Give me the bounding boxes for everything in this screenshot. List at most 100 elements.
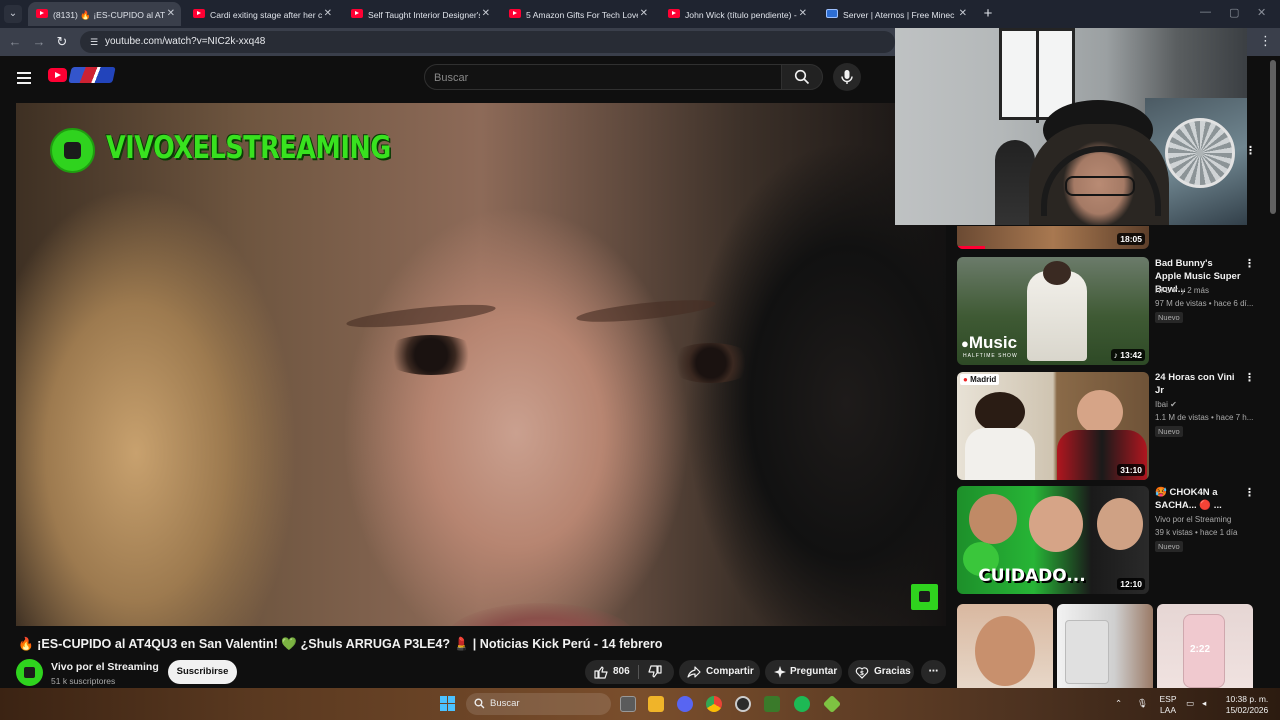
thumbs-up-icon[interactable] (594, 665, 608, 679)
tab-cardi[interactable]: Cardi exiting stage after her cameo ✕ (185, 2, 338, 26)
webcam-fan (1165, 118, 1235, 188)
tab-title: John Wick (título pendiente) - Trailer (685, 9, 797, 20)
windows-start-icon[interactable] (440, 696, 456, 712)
thumbnail-figure-head (969, 494, 1017, 544)
thanks-button[interactable]: $ Gracias (848, 660, 914, 684)
sidebar-channel[interactable]: NFL ✔ y 2 más (1155, 286, 1209, 295)
minecraft-icon[interactable] (764, 696, 780, 712)
kebab-menu-icon[interactable]: ⋮ (1244, 372, 1255, 384)
sidebar-thumbnail[interactable]: ●Music HALFTIME SHOW ♪ 13:42 (957, 257, 1149, 365)
heart-dollar-icon: $ (855, 665, 869, 679)
spotify-icon[interactable] (794, 696, 810, 712)
taskbar-search-label: Buscar (490, 698, 520, 709)
channel-watermark-icon (50, 128, 95, 173)
short-thumbnail[interactable]: 2:22 (1157, 604, 1253, 688)
clock[interactable]: 10:38 p. m. 15/02/2026 (1224, 694, 1270, 716)
voice-search-button[interactable] (833, 63, 861, 91)
close-icon[interactable]: ✕ (959, 2, 967, 26)
youtube-icon (351, 9, 363, 19)
search-input[interactable] (434, 69, 764, 86)
thumbnail-figure-head (975, 392, 1025, 432)
taskbar-search[interactable]: Buscar (466, 693, 611, 715)
sidebar-thumbnail[interactable]: ● Madrid 31:10 (957, 372, 1149, 480)
sidebar-thumbnail[interactable]: CUIDADO... 12:10 (957, 486, 1149, 594)
clock-date: 15/02/2026 (1225, 705, 1269, 715)
reload-icon[interactable]: ↻ (53, 33, 71, 51)
omnibox[interactable]: ☰ youtube.com/watch?v=NIC2k-xxq48 (80, 31, 895, 53)
thumbnail-device (1065, 620, 1109, 684)
minimize-icon[interactable]: — (1200, 6, 1211, 18)
short-thumbnail[interactable] (1057, 604, 1153, 688)
minecraft-launcher-icon[interactable] (822, 694, 842, 714)
youtube-icon (668, 9, 680, 19)
subscriber-count: 51 k suscriptores (51, 676, 116, 686)
search-button[interactable] (781, 64, 823, 90)
more-actions-button[interactable]: ⋯ (921, 660, 946, 684)
subscribe-button[interactable]: Suscribirse (168, 660, 237, 684)
close-icon[interactable]: ✕ (640, 2, 648, 26)
page-scrollbar[interactable] (1270, 60, 1276, 214)
network-icon[interactable]: ▭ (1186, 698, 1194, 709)
ask-button[interactable]: Preguntar (765, 660, 842, 684)
share-button[interactable]: Compartir (679, 660, 760, 684)
kebab-menu-icon[interactable]: ⋮ (1245, 144, 1256, 157)
hamburger-menu-icon[interactable] (17, 72, 31, 84)
video-player[interactable]: VIVOXELSTREAMING (16, 103, 946, 626)
channel-branding-icon[interactable] (911, 584, 938, 610)
channel-name[interactable]: Vivo por el Streaming (51, 661, 159, 673)
thumbs-down-icon[interactable] (648, 665, 662, 679)
browser-menu-icon[interactable]: ⋮ (1259, 33, 1272, 49)
kebab-menu-icon[interactable]: ⋮ (1244, 487, 1255, 499)
sidebar-video-title[interactable]: 24 Horas con Vini Jr (1155, 371, 1241, 397)
sidebar-channel[interactable]: Ibai ✔ (1155, 400, 1177, 409)
video-frame (16, 103, 946, 626)
tab-john-wick[interactable]: John Wick (título pendiente) - Trailer ✕ (660, 2, 813, 26)
obs-icon[interactable] (735, 696, 751, 712)
volume-icon[interactable]: ◂ (1202, 698, 1206, 709)
share-label: Compartir (706, 666, 754, 677)
close-window-icon[interactable]: ✕ (1257, 6, 1266, 19)
channel-avatar[interactable] (16, 659, 43, 686)
tray-chevron-icon[interactable]: ⌃ (1115, 698, 1122, 709)
tab-search-button[interactable]: ⌄ (4, 5, 22, 23)
search-box[interactable] (424, 64, 782, 90)
url-text[interactable]: youtube.com/watch?v=NIC2k-xxq48 (105, 31, 265, 53)
watch-progress (957, 246, 985, 249)
task-view-icon[interactable] (620, 696, 636, 712)
tab-aternos[interactable]: Server | Aternos | Free Minecraft Server… (818, 2, 973, 26)
tab-amazon-gifts[interactable]: 5 Amazon Gifts For Tech Lovers ✕ (501, 2, 654, 26)
verified-icon: ✔ (1172, 286, 1179, 295)
chrome-icon[interactable] (706, 696, 722, 712)
sidebar-video-title[interactable]: 🥵 CHOK4N a SACHA... 🔴 ... (1155, 486, 1241, 512)
youtube-doodle[interactable] (68, 67, 116, 83)
discord-icon[interactable] (677, 696, 693, 712)
kebab-menu-icon[interactable]: ⋮ (1244, 258, 1255, 270)
maximize-icon[interactable]: ▢ (1229, 6, 1239, 19)
file-explorer-icon[interactable] (648, 696, 664, 712)
clock-time: 10:38 p. m. (1225, 694, 1269, 704)
close-icon[interactable]: ✕ (799, 2, 807, 26)
back-arrow-icon[interactable]: ← (6, 33, 24, 51)
close-icon[interactable]: ✕ (482, 2, 490, 26)
channel-watermark-text: VIVOXELSTREAMING (106, 130, 391, 166)
short-thumbnail[interactable] (957, 604, 1053, 688)
youtube-icon (509, 9, 521, 19)
sidebar-channel[interactable]: Vivo por el Streaming (1155, 515, 1231, 524)
divider (638, 665, 639, 679)
tab-interior-designer[interactable]: Self Taught Interior Designer's Home Tou… (343, 2, 496, 26)
close-icon[interactable]: ✕ (167, 2, 175, 26)
tab-youtube-escupido[interactable]: (8131) 🔥 ¡ES-CUPIDO al AT4QU3 en San Val… (28, 2, 181, 26)
sidebar-thumbnail[interactable]: 18:05 (957, 226, 1149, 249)
language-indicator[interactable]: ESP LAA (1158, 694, 1178, 716)
forward-arrow-icon[interactable]: → (30, 33, 48, 51)
ask-label: Preguntar (790, 666, 838, 677)
video-duration: 18:05 (1117, 233, 1145, 245)
sidebar-stats: 39 k vistas • hace 1 día (1155, 528, 1238, 537)
new-tab-button[interactable]: + (981, 4, 995, 24)
video-title: 🔥 ¡ES-CUPIDO al AT4QU3 en San Valentin! … (18, 637, 663, 651)
youtube-logo-icon[interactable] (48, 68, 67, 82)
site-info-icon[interactable]: ☰ (88, 36, 100, 48)
close-icon[interactable]: ✕ (324, 2, 332, 26)
like-count[interactable]: 806 (613, 660, 630, 684)
microphone-icon[interactable]: 🎙 (1137, 698, 1148, 709)
